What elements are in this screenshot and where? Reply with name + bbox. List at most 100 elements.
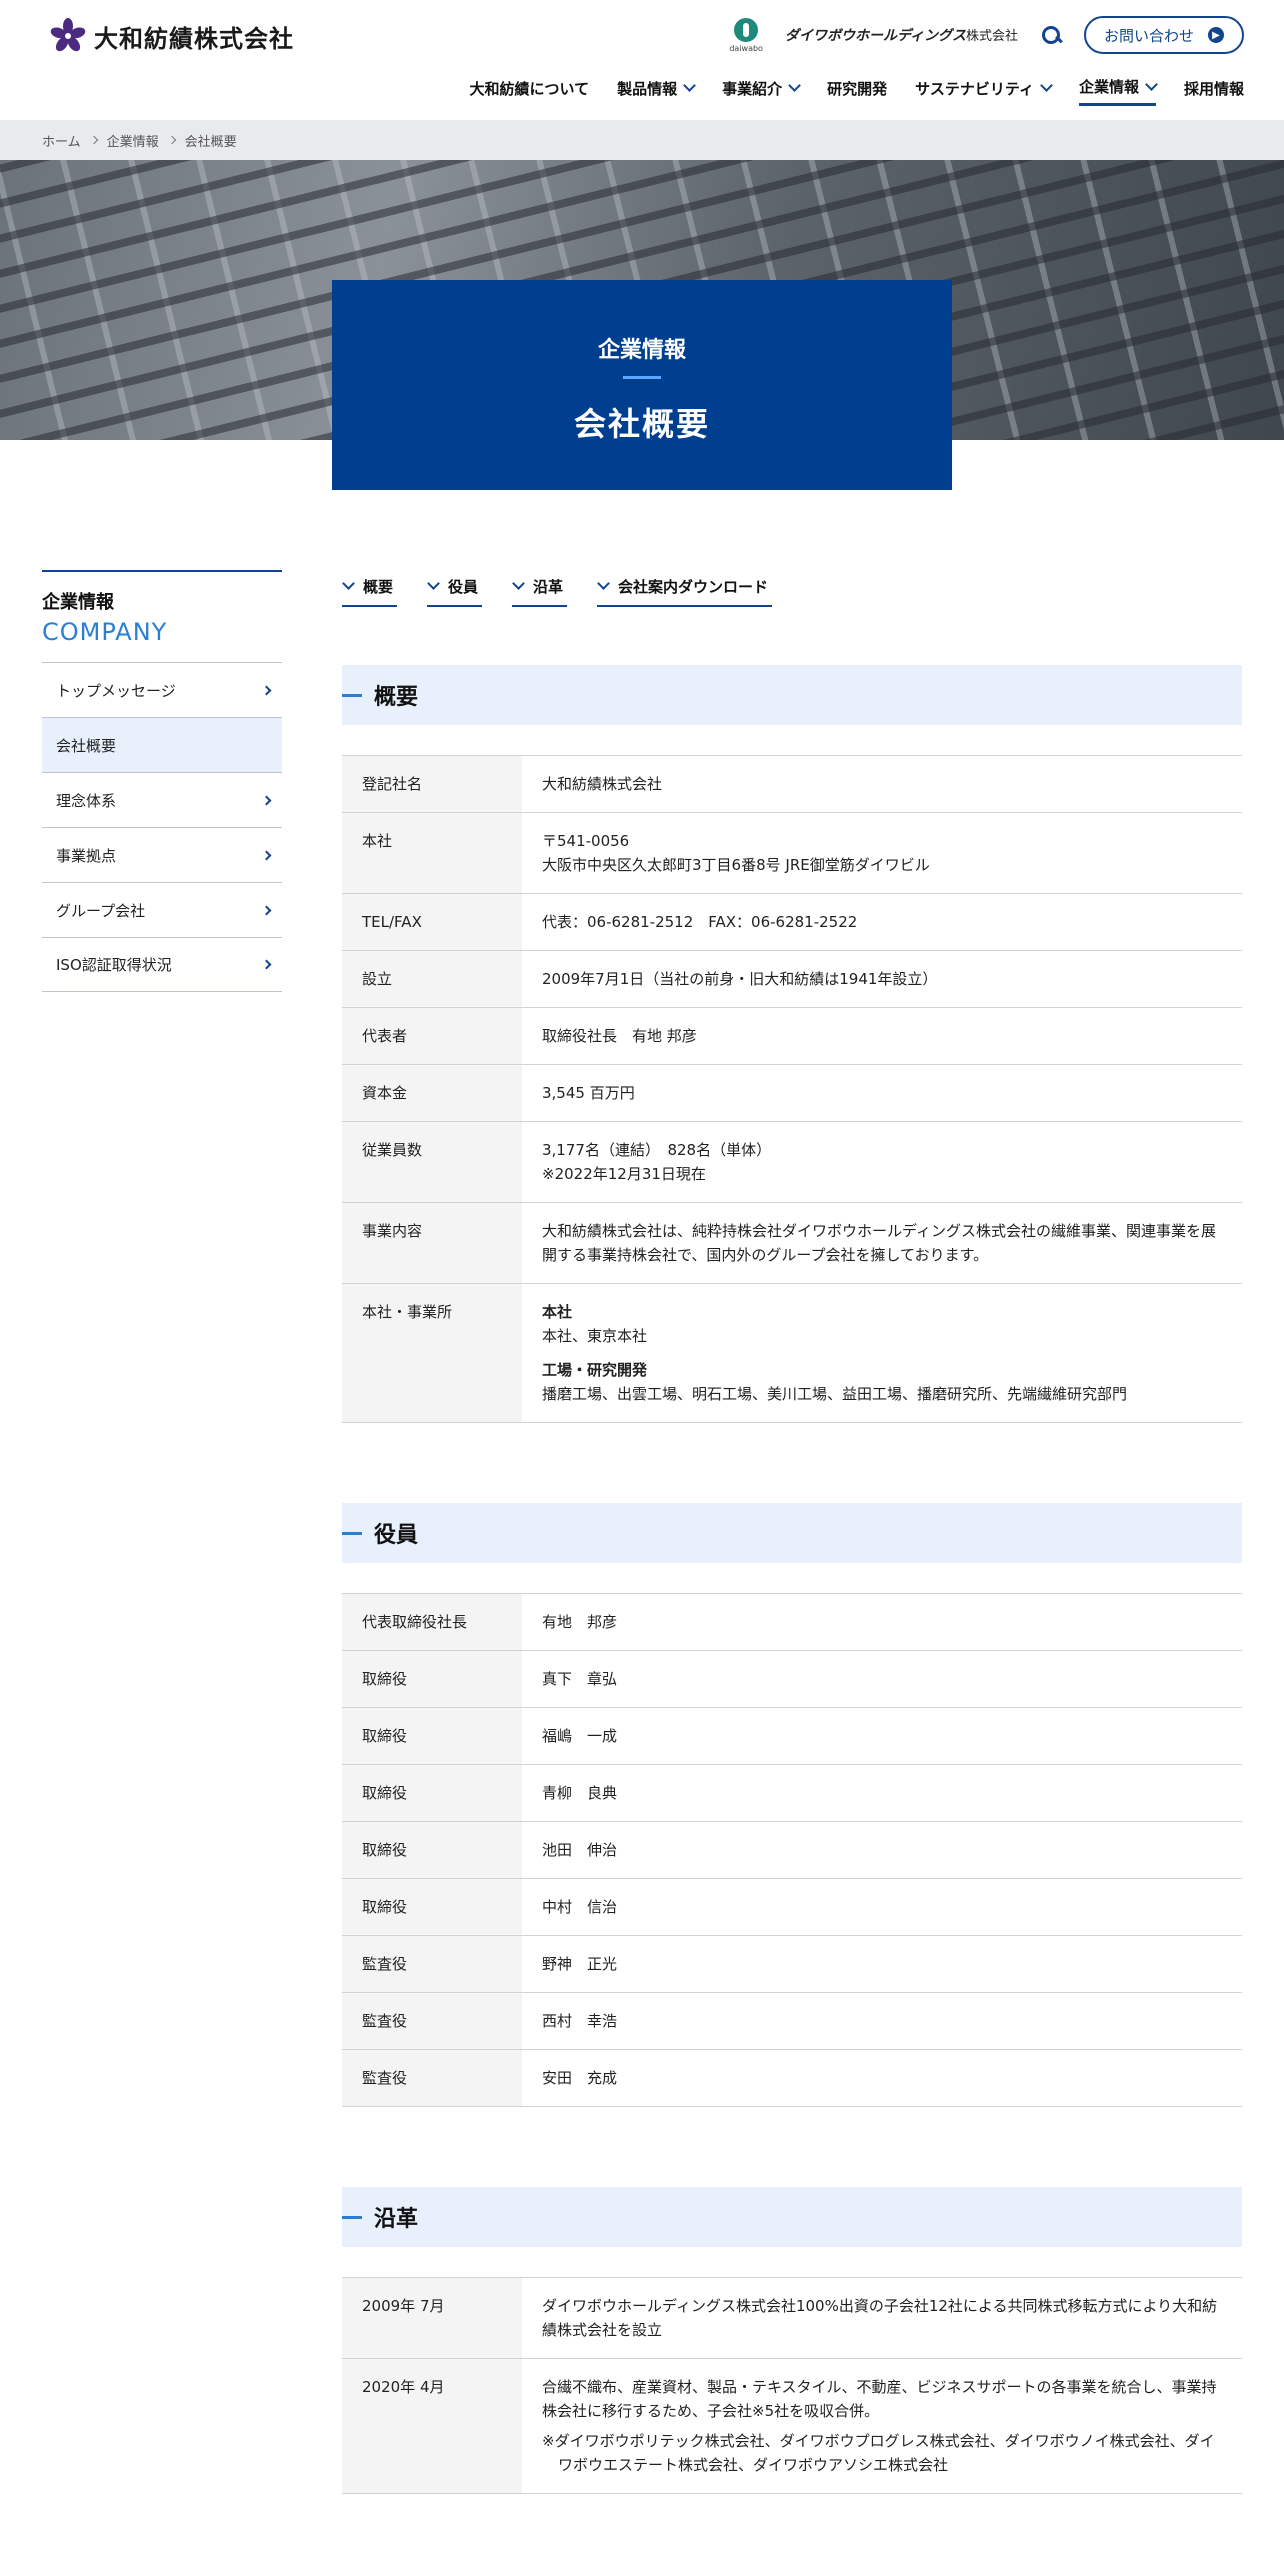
heading-bar <box>342 1531 362 1535</box>
sidebar: 企業情報 COMPANY トップメッセージ 会社概要 理念体系 事業拠点 グループ会社 I… <box>42 570 282 992</box>
chevron-down-icon <box>512 577 525 590</box>
nav-item-0[interactable]: 大和紡績について <box>470 76 590 106</box>
nav-item-4[interactable]: サステナビリティ <box>915 76 1053 106</box>
officer-title: 取締役 <box>342 1821 522 1879</box>
table-row: 設立 2009年7月1日（当社の前身・旧大和紡績は1941年設立） <box>342 950 1242 1008</box>
breadcrumb: ホーム 企業情報 会社概要 <box>0 120 1284 160</box>
nav-item-label: 大和紡績について <box>469 79 590 98</box>
table-row: 従業員数 3,177名（連結） 828名（単体） ※2022年12月31日現在 <box>342 1121 1242 1203</box>
nav-item-6[interactable]: 採用情報 <box>1184 76 1244 106</box>
table-row: 2020年 4月 合繊不織布、産業資材、製品・テキスタイル、不動産、ビジネスサポー… <box>342 2358 1242 2494</box>
sidebar-item[interactable]: ISO認証取得状況 <box>42 937 282 992</box>
history-date: 2020年 4月 <box>342 2358 522 2494</box>
anchor-link[interactable]: 会社案内ダウンロード <box>597 570 773 607</box>
row-value-line: 取締役社長 有地 邦彦 <box>542 1027 697 1045</box>
nav-item-2[interactable]: 事業紹介 <box>722 76 802 106</box>
history-text: 合繊不織布、産業資材、製品・テキスタイル、不動産、ビジネスサポートの各事業を統合… <box>522 2358 1242 2494</box>
main-content: 概要 役員 沿革 会社案内ダウンロード 概要 登記社名 大和紡績株式会社 本社 〒541-0… <box>342 570 1242 2494</box>
row-label: 従業員数 <box>342 1121 522 1203</box>
row-value-line: 〒541-0056 <box>542 832 630 850</box>
officer-title: 取締役 <box>342 1764 522 1822</box>
chevron-right-icon <box>261 959 272 970</box>
chevron-down-icon <box>342 577 355 590</box>
row-label: 本社 <box>342 812 522 894</box>
anchor-link[interactable]: 概要 <box>342 570 398 607</box>
history-section: 沿革 2009年 7月 ダイワボウホールディングス株式会社100%出資の子会社12… <box>342 2187 1242 2494</box>
chevron-down-icon <box>427 577 440 590</box>
table-row: 取締役 福嶋 一成 <box>342 1707 1242 1765</box>
sidebar-item[interactable]: 理念体系 <box>42 772 282 827</box>
nav-item-label: 製品情報 <box>617 79 678 98</box>
office-group-text: 本社、東京本社 <box>542 1327 648 1345</box>
chevron-right-icon <box>89 135 98 145</box>
table-row: 登記社名 大和紡績株式会社 <box>342 755 1242 813</box>
breadcrumb-item[interactable]: 企業情報 <box>107 131 159 150</box>
search-icon[interactable] <box>1040 24 1062 46</box>
daiwabo-link[interactable]: daiwabo <box>729 17 763 53</box>
holdings-name: ダイワボウホールディングス <box>784 28 966 44</box>
row-value: 〒541-0056 大阪市中央区久太郎町3丁目6番8号 JRE御堂筋ダイワビル <box>522 812 1242 894</box>
row-value: 大和紡績株式会社は、純粋持株会社ダイワボウホールディングス株式会社の繊維事業、関… <box>522 1202 1242 1284</box>
row-value-line: 3,177名（連結） 828名（単体） <box>542 1141 772 1159</box>
officer-name: 青柳 良典 <box>522 1764 1242 1822</box>
sidebar-item[interactable]: 会社概要 <box>42 717 282 772</box>
officer-name: 中村 信治 <box>522 1878 1242 1936</box>
global-nav: 大和紡績について 製品情報 事業紹介 研究開発 サステナビリティ 企業情報 採用情報 <box>470 76 1244 106</box>
sidebar-item-label: 会社概要 <box>56 736 117 755</box>
row-value-line: 3,545 百万円 <box>542 1084 635 1102</box>
nav-item-5[interactable]: 企業情報 <box>1078 76 1158 106</box>
heading-bar <box>342 693 362 697</box>
page-title: 会社概要 <box>573 405 710 443</box>
table-row: 監査役 西村 幸浩 <box>342 1992 1242 2050</box>
sidebar-item-label: トップメッセージ <box>56 681 176 700</box>
row-label: 登記社名 <box>342 755 522 813</box>
overview-table: 登記社名 大和紡績株式会社 本社 〒541-0056 大阪市中央区久太郎町3丁目6番8号… <box>342 755 1242 1423</box>
chevron-down-icon <box>1145 77 1158 91</box>
row-label: 設立 <box>342 950 522 1008</box>
officers-heading: 役員 <box>342 1503 1242 1563</box>
history-date: 2009年 7月 <box>342 2277 522 2359</box>
officer-name: 有地 邦彦 <box>522 1593 1242 1651</box>
history-heading: 沿革 <box>342 2187 1242 2247</box>
officers-section: 役員 代表取締役社長 有地 邦彦 取締役 真下 章弘 取締役 福嶋 一成 取締役 青柳 良典取… <box>342 1503 1242 2107</box>
sidebar-item[interactable]: グループ会社 <box>42 882 282 937</box>
sidebar-item[interactable]: トップメッセージ <box>42 662 282 717</box>
logo-mark-icon <box>50 18 86 53</box>
anchor-link[interactable]: 沿革 <box>512 570 568 607</box>
officer-title: 取締役 <box>342 1878 522 1936</box>
history-text-main: ダイワボウホールディングス株式会社100%出資の子会社12社による共同株式移転方… <box>542 2297 1218 2339</box>
history-heading-text: 沿革 <box>374 2207 419 2232</box>
site-logo[interactable]: 大和紡績株式会社 <box>50 18 294 54</box>
office-group: 本社 本社、東京本社 <box>542 1300 1222 1348</box>
anchor-link[interactable]: 役員 <box>427 570 483 607</box>
table-row: 代表取締役社長 有地 邦彦 <box>342 1593 1242 1651</box>
office-group-text: 播磨工場、出雲工場、明石工場、美川工場、益田工場、播磨研究所、先端繊維研究部門 <box>542 1385 1128 1403</box>
contact-button[interactable]: お問い合わせ ▶ <box>1084 16 1244 54</box>
table-row: 監査役 野神 正光 <box>342 1935 1242 1993</box>
nav-item-1[interactable]: 製品情報 <box>617 76 696 106</box>
row-value: 本社 本社、東京本社 工場・研究開発 播磨工場、出雲工場、明石工場、美川工場、益田工場… <box>522 1283 1242 1423</box>
office-group: 工場・研究開発 播磨工場、出雲工場、明石工場、美川工場、益田工場、播磨研究所、先端… <box>542 1358 1222 1406</box>
holdings-link[interactable]: ダイワボウホールディングス株式会社 <box>785 25 1018 45</box>
chevron-right-icon <box>261 795 272 805</box>
officer-title: 取締役 <box>342 1707 522 1765</box>
table-row: 資本金 3,545 百万円 <box>342 1064 1242 1122</box>
officers-table: 代表取締役社長 有地 邦彦 取締役 真下 章弘 取締役 福嶋 一成 取締役 青柳 良典 取締役池… <box>342 1593 1242 2107</box>
table-row: 本社 〒541-0056 大阪市中央区久太郎町3丁目6番8号 JRE御堂筋ダイワビル <box>342 812 1242 894</box>
overview-heading: 概要 <box>342 665 1242 725</box>
sidebar-item[interactable]: 事業拠点 <box>42 827 282 882</box>
row-value-line: 2009年7月1日（当社の前身・旧大和紡績は1941年設立） <box>542 970 938 988</box>
row-label: 事業内容 <box>342 1202 522 1284</box>
arrow-right-icon: ▶ <box>1208 27 1224 43</box>
breadcrumb-item[interactable]: ホーム <box>42 131 81 150</box>
header-utility: daiwabo ダイワボウホールディングス株式会社 お問い合わせ ▶ <box>729 16 1244 54</box>
chevron-down-icon <box>1040 79 1053 92</box>
officer-title: 代表取締役社長 <box>342 1593 522 1651</box>
hero-title-card: 企業情報 会社概要 <box>332 280 952 490</box>
nav-item-3[interactable]: 研究開発 <box>827 76 887 106</box>
row-label: 本社・事業所 <box>342 1283 522 1423</box>
history-table: 2009年 7月 ダイワボウホールディングス株式会社100%出資の子会社12社によ… <box>342 2277 1242 2494</box>
row-value: 2009年7月1日（当社の前身・旧大和紡績は1941年設立） <box>522 950 1242 1008</box>
officer-name: 安田 充成 <box>522 2049 1242 2107</box>
row-label: 代表者 <box>342 1007 522 1065</box>
